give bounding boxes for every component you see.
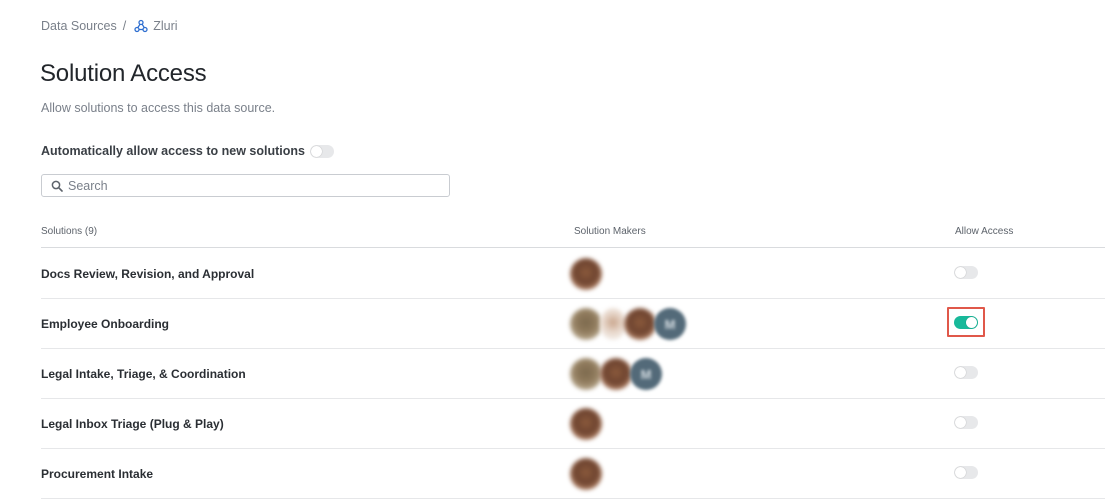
- solution-name: Docs Review, Revision, and Approval: [41, 267, 255, 281]
- avatar: [600, 308, 626, 340]
- auto-access-toggle[interactable]: [309, 144, 334, 158]
- auto-access-setting: Automatically allow access to new soluti…: [41, 143, 334, 159]
- toggle-knob: [955, 417, 966, 428]
- table-header: Solutions (9) Solution Makers Allow Acce…: [41, 222, 1105, 248]
- toggle-knob: [955, 467, 966, 478]
- toggle-knob: [310, 145, 322, 157]
- solution-makers: [570, 458, 602, 490]
- avatar: [570, 308, 602, 340]
- avatar: [570, 408, 602, 440]
- avatar: [570, 258, 602, 290]
- table-row[interactable]: Legal Inbox Triage (Plug & Play): [41, 399, 1105, 449]
- breadcrumb: Data Sources / Zluri: [41, 17, 178, 35]
- avatar: [624, 308, 656, 340]
- table-row[interactable]: Employee Onboarding M: [41, 299, 1105, 349]
- solution-access-page: Data Sources / Zluri Solution Access All…: [0, 0, 1105, 503]
- toggle-knob: [955, 267, 966, 278]
- solution-name: Procurement Intake: [41, 467, 154, 481]
- avatar: M: [630, 358, 662, 390]
- avatar: [570, 458, 602, 490]
- search-box: [41, 174, 450, 197]
- search-icon: [51, 180, 63, 192]
- page-title: Solution Access: [40, 60, 207, 87]
- column-header-allow-access[interactable]: Allow Access: [955, 226, 1013, 237]
- column-header-solutions[interactable]: Solutions (9): [41, 226, 97, 237]
- solution-makers: M: [570, 308, 686, 340]
- allow-access-toggle[interactable]: [954, 266, 978, 279]
- breadcrumb-current: Zluri: [153, 19, 178, 33]
- page-subtitle: Allow solutions to access this data sour…: [41, 101, 276, 115]
- allow-access-cell: [954, 466, 978, 484]
- allow-access-toggle[interactable]: [954, 416, 978, 429]
- allow-access-toggle[interactable]: [954, 466, 978, 479]
- solution-name: Employee Onboarding: [41, 317, 170, 331]
- solution-makers: M: [570, 358, 662, 390]
- allow-access-cell: [954, 266, 978, 284]
- webhook-icon: [134, 19, 148, 33]
- allow-access-cell: [954, 366, 978, 384]
- solution-makers: [570, 258, 602, 290]
- solution-makers: [570, 408, 602, 440]
- solution-name: Legal Intake, Triage, & Coordination: [41, 367, 246, 381]
- auto-access-label: Automatically allow access to new soluti…: [41, 144, 305, 158]
- column-header-solution-makers[interactable]: Solution Makers: [574, 226, 646, 237]
- avatar: [600, 358, 632, 390]
- avatar: [570, 358, 602, 390]
- allow-access-cell: [947, 307, 985, 337]
- search-input[interactable]: [68, 178, 428, 193]
- allow-access-cell: [954, 416, 978, 434]
- table-row[interactable]: Docs Review, Revision, and Approval: [41, 249, 1105, 299]
- breadcrumb-separator: /: [122, 19, 127, 33]
- breadcrumb-data-sources-link[interactable]: Data Sources: [41, 19, 117, 33]
- solution-name: Legal Inbox Triage (Plug & Play): [41, 417, 224, 431]
- allow-access-toggle[interactable]: [954, 366, 978, 379]
- table-row[interactable]: Legal Intake, Triage, & Coordination M: [41, 349, 1105, 399]
- avatar: M: [654, 308, 686, 340]
- toggle-knob: [955, 367, 966, 378]
- highlight-box: [947, 307, 985, 337]
- table-row[interactable]: Procurement Intake: [41, 449, 1105, 499]
